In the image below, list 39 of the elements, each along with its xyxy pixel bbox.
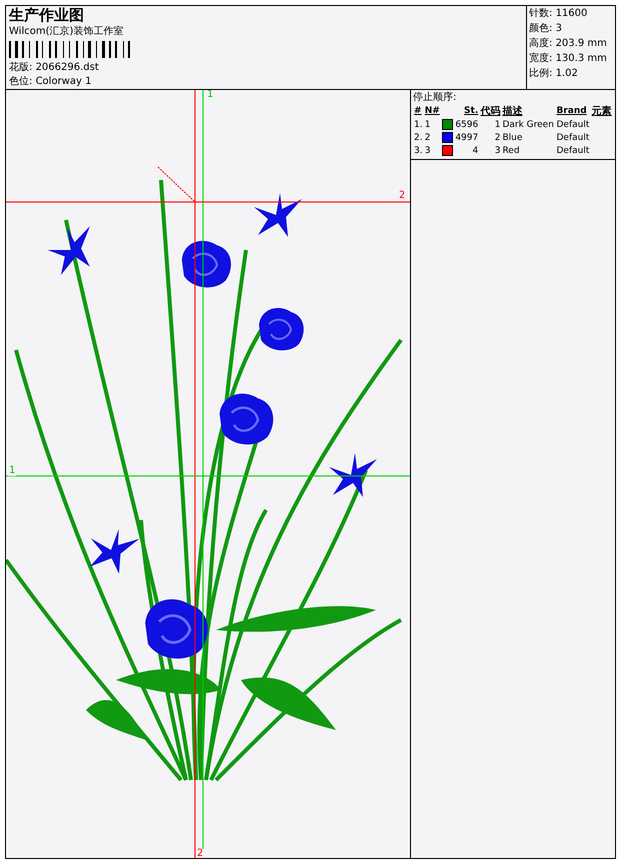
info-field: 针数: 11600: [529, 7, 613, 20]
table-cell-text: Blue: [501, 132, 524, 144]
guide-label: 2: [398, 191, 406, 201]
table-cell-text: 4997: [454, 132, 480, 144]
column-header: N#: [424, 105, 441, 118]
column-header: Brand: [555, 105, 588, 118]
column-header: St.: [463, 105, 480, 118]
table-cell-text: Default: [555, 132, 590, 144]
guide-label: 2: [196, 849, 204, 858]
table-cell-text: 2: [424, 132, 432, 144]
column-header: 代码: [479, 104, 502, 118]
design-file: 花版: 2066296.dst: [9, 61, 100, 74]
stop-sequence-title: 停止顺序:: [413, 91, 458, 104]
info-field: 宽度: 130.3 mm: [529, 52, 613, 65]
guide-label: 1: [206, 90, 214, 100]
table-cell-text: 1: [424, 118, 432, 131]
sheet-title: 生产作业图: [9, 7, 85, 24]
info-field: 高度: 203.9 mm: [529, 37, 613, 50]
column-header: 元素: [590, 104, 613, 118]
colorway-name: 色位: Colorway 1: [9, 75, 92, 88]
table-cell-text: Default: [555, 118, 590, 131]
table-cell-text: 3: [494, 144, 502, 157]
table-cell-text: Default: [555, 144, 590, 157]
table-cell-text: Red: [501, 144, 521, 157]
column-header: #: [413, 105, 423, 118]
table-cell-text: Dark Green: [501, 118, 555, 131]
table-cell-text: 1: [494, 118, 502, 131]
company-name: Wilcom(汇京)装饰工作室: [9, 25, 124, 38]
column-header: 描述: [501, 104, 524, 118]
info-field: 比例: 1.02: [529, 67, 613, 80]
table-cell-text: 3.: [413, 144, 424, 157]
table-cell-text: 4: [472, 144, 480, 157]
table-cell-text: 3: [424, 144, 432, 157]
guide-label: 1: [8, 466, 16, 476]
info-field: 颜色: 3: [529, 22, 613, 35]
table-cell-text: 1.: [413, 118, 424, 131]
table-cell-text: 6596: [454, 118, 480, 131]
table-cell-text: 2.: [413, 132, 424, 144]
table-cell-text: 2: [494, 132, 502, 144]
